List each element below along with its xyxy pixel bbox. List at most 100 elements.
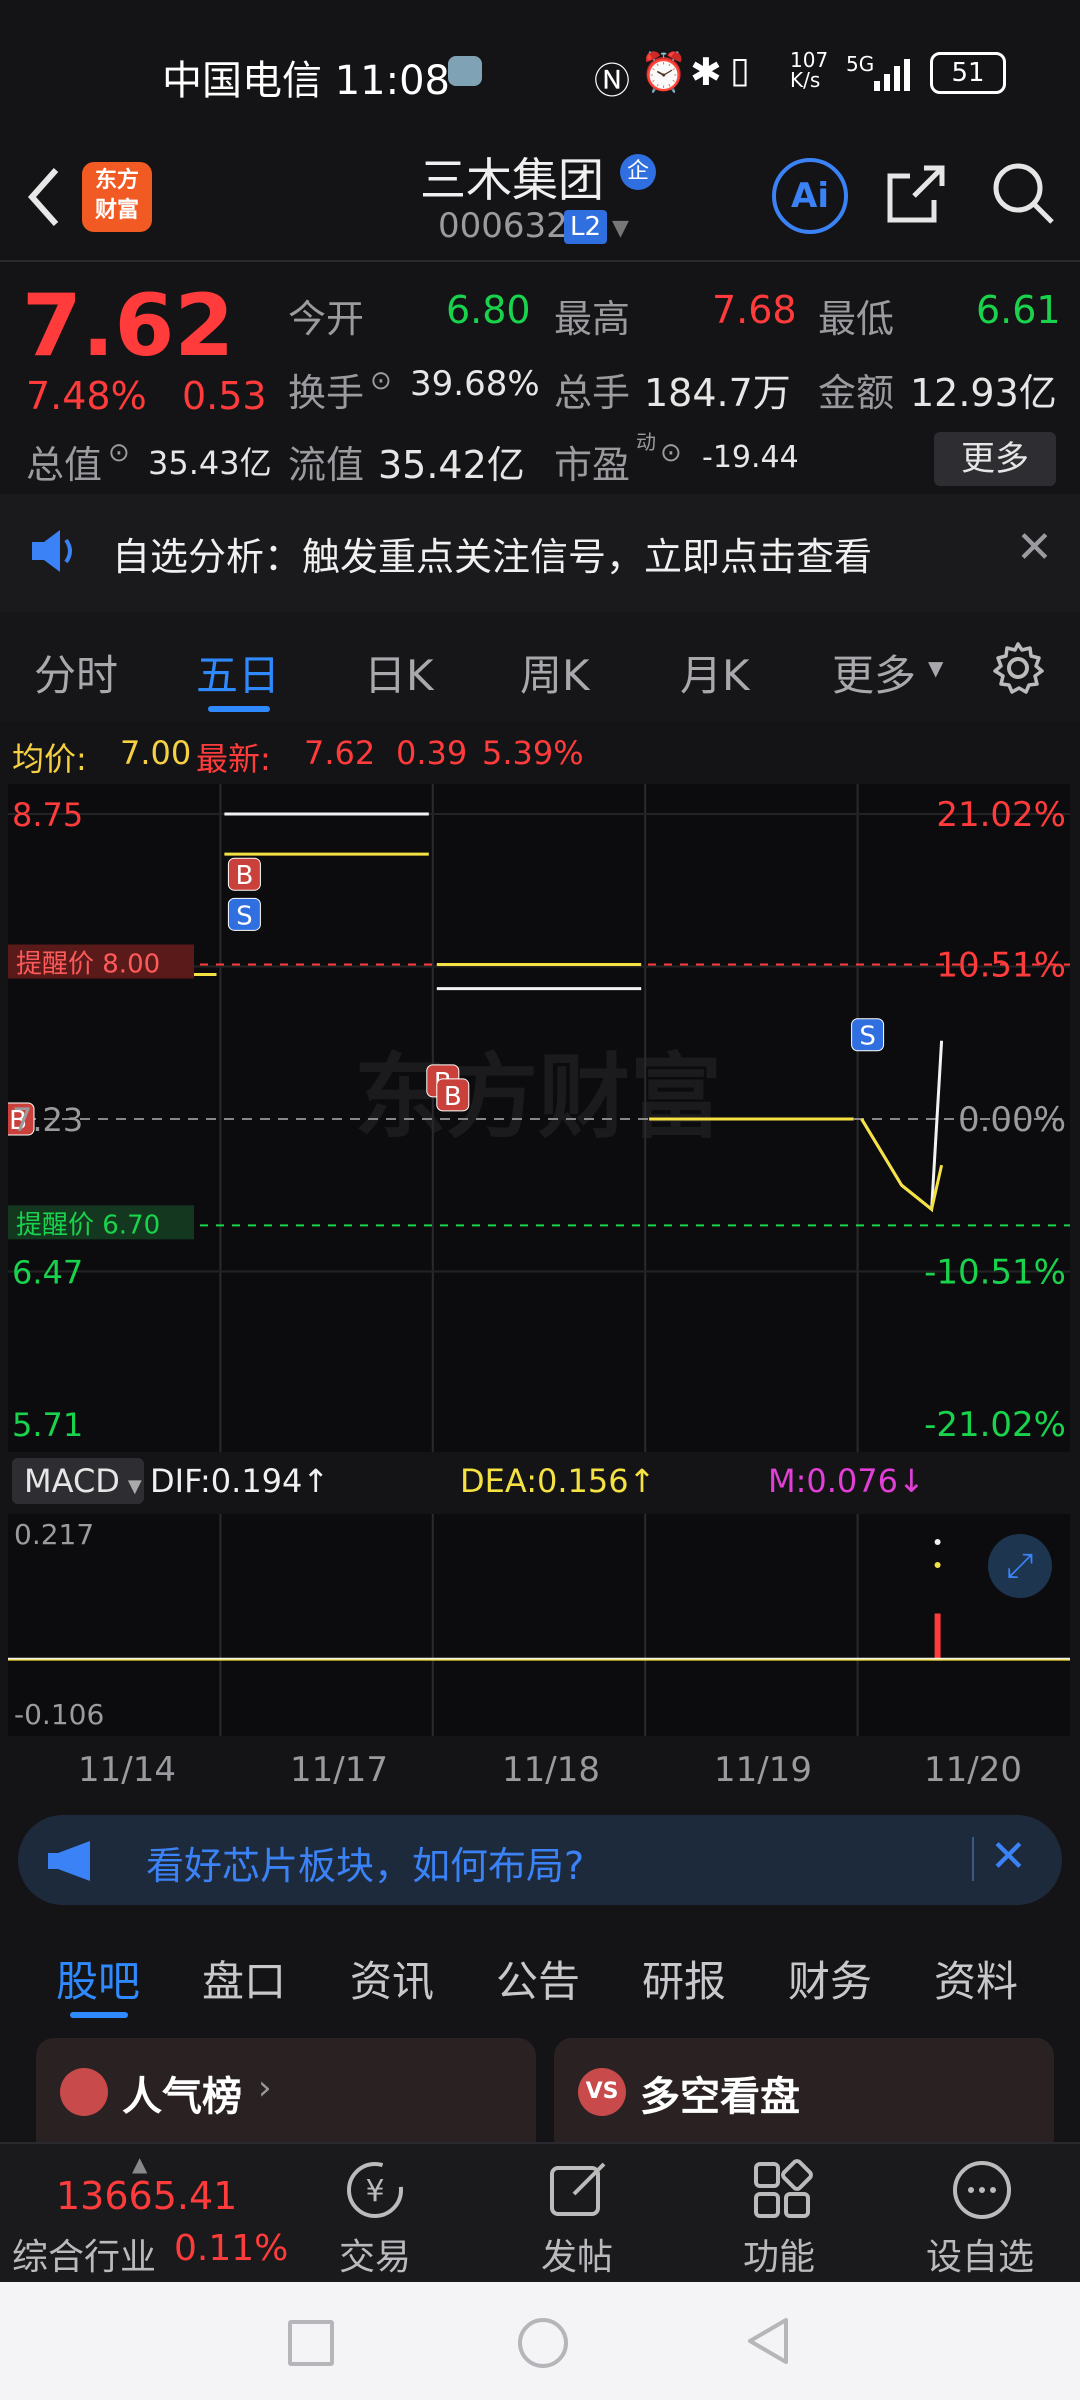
speaker-icon xyxy=(30,528,80,578)
recent-apps-icon[interactable] xyxy=(288,2320,334,2366)
home-icon[interactable] xyxy=(518,2318,568,2368)
tab-more[interactable]: 更多 xyxy=(832,642,916,703)
net-type: 5G xyxy=(846,52,875,76)
tab-pankou[interactable]: 盘口 xyxy=(202,1948,286,2009)
mktcap-value: 35.43亿 xyxy=(148,444,272,482)
vs-icon: VS xyxy=(578,2068,626,2116)
more-button[interactable]: 更多 xyxy=(934,432,1056,486)
five-day-chart[interactable]: 东方财富 BBSBBS 8.757.236.475.7121.02%10.51%… xyxy=(1,784,1070,1452)
avg-value: 7.00 xyxy=(120,734,192,772)
post-label[interactable]: 发帖 xyxy=(507,2228,647,2280)
stock-header: 东方 财富 三木集团 企 000632 L2 ▼ Ai xyxy=(0,140,1080,260)
tab-announcements[interactable]: 公告 xyxy=(496,1948,580,2009)
high-value: 7.68 xyxy=(712,288,797,332)
net-speed: 107 K/s xyxy=(790,48,829,92)
expand-icon[interactable]: ⤢ xyxy=(988,1534,1052,1598)
analysis-notice[interactable]: 自选分析：触发重点关注信号，立即点击查看 ✕ xyxy=(0,494,1080,612)
y-axis-left-label: 6.47 xyxy=(12,1254,83,1292)
close-icon[interactable]: ✕ xyxy=(990,1831,1027,1882)
chevron-down-icon[interactable]: ▼ xyxy=(928,656,943,680)
tab-monthly-k[interactable]: 月K xyxy=(680,642,750,703)
pe-superscript: 动 xyxy=(636,430,656,454)
chevron-down-icon[interactable]: ▼ xyxy=(612,216,629,241)
tab-five-day[interactable]: 五日 xyxy=(196,642,280,703)
change-pct: 7.48% xyxy=(26,374,147,418)
macd-chart-svg: 0.217 -0.106 xyxy=(8,1514,1070,1736)
macd-chart[interactable]: 0.217 -0.106 ⤢ xyxy=(8,1514,1070,1736)
volume-value: 184.7万 xyxy=(644,371,791,415)
trade-label[interactable]: 交易 xyxy=(305,2228,445,2280)
y-axis-left-label: 7.23 xyxy=(12,1101,83,1139)
gear-icon[interactable] xyxy=(990,640,1046,700)
tab-finance[interactable]: 财务 xyxy=(788,1948,872,2009)
info-icon[interactable]: ⊙ xyxy=(108,438,130,468)
y-axis-right-label: 21.02% xyxy=(936,795,1066,835)
share-icon[interactable] xyxy=(884,162,948,230)
post-icon[interactable] xyxy=(546,2158,610,2226)
date-label: 11/17 xyxy=(290,1750,388,1790)
tab-profile[interactable]: 资料 xyxy=(934,1948,1018,2009)
popularity-card[interactable]: 人气榜 › xyxy=(36,2038,536,2142)
content-tabs: 股吧 盘口 资讯 公告 研报 财务 资料 xyxy=(0,1920,1080,2030)
avg-label: 均价: xyxy=(12,740,87,778)
macd-dif-point xyxy=(934,1538,941,1545)
amount-label: 金额 xyxy=(818,371,895,415)
alert-high-label: 提醒价 8.00 xyxy=(16,949,160,979)
add-watchlist-label[interactable]: 设自选 xyxy=(910,2228,1050,2280)
add-watchlist-icon[interactable] xyxy=(950,2158,1014,2226)
info-icon[interactable]: ⊙ xyxy=(370,366,392,396)
tab-guba[interactable]: 股吧 xyxy=(56,1948,140,2009)
turnover-label: 换手 xyxy=(288,371,365,415)
carrier-time: 中国电信 11:08 xyxy=(162,58,450,104)
mktcap-label: 总值 xyxy=(26,443,103,487)
index-value[interactable]: 13665.41 xyxy=(56,2174,237,2218)
tab-fenshi[interactable]: 分时 xyxy=(34,642,118,703)
macd-header: MACD ▼ DIF:0.194↑ DEA:0.156↑ M:0.076↓ xyxy=(0,1452,1080,1512)
index-pct[interactable]: 0.11% xyxy=(174,2228,288,2269)
bull-bear-card[interactable]: VS 多空看盘 xyxy=(554,2038,1054,2142)
app-logo: 东方 财富 xyxy=(82,162,152,232)
chart-watermark: 东方财富 xyxy=(354,1044,722,1151)
back-icon[interactable] xyxy=(24,162,64,236)
macd-dea: DEA:0.156↑ xyxy=(460,1462,656,1500)
function-icon[interactable] xyxy=(750,2158,814,2226)
date-label: 11/20 xyxy=(924,1750,1022,1790)
macd-selector[interactable]: MACD ▼ xyxy=(12,1458,144,1504)
chart-info-bar: 均价: 7.00 最新: 7.62 0.39 5.39% xyxy=(0,722,1080,782)
alert-low-label: 提醒价 6.70 xyxy=(16,1210,160,1240)
date-label: 11/14 xyxy=(78,1750,176,1790)
index-name[interactable]: 综合行业 xyxy=(12,2228,156,2280)
macd-bottom-label: -0.106 xyxy=(14,1698,104,1731)
latest-change: 0.39 xyxy=(396,734,468,772)
close-icon[interactable]: ✕ xyxy=(1016,522,1053,573)
tab-daily-k[interactable]: 日K xyxy=(364,642,434,703)
current-price: 7.62 xyxy=(22,276,235,376)
float-value: 35.42亿 xyxy=(378,443,525,487)
function-label[interactable]: 功能 xyxy=(709,2228,849,2280)
promo-banner[interactable]: 看好芯片板块，如何布局? ✕ xyxy=(18,1815,1062,1905)
latest-pct: 5.39% xyxy=(482,734,584,772)
trade-icon[interactable]: ¥ xyxy=(342,2158,408,2226)
status-bar: 中国电信 11:08 Ⓝ ⏰ ✱ ▯ 107 K/s 5G 51 xyxy=(0,0,1080,140)
macd-dea-point xyxy=(934,1562,941,1569)
search-icon[interactable] xyxy=(990,160,1056,230)
bluetooth-icon: ✱ xyxy=(690,50,722,94)
banner-divider xyxy=(972,1837,974,1881)
ai-assistant-icon[interactable]: Ai xyxy=(772,158,848,234)
y-axis-right-label: -10.51% xyxy=(924,1253,1066,1293)
quote-panel: 7.62 7.48% 0.53 今开 6.80 最高 7.68 最低 6.61 … xyxy=(0,262,1080,492)
info-icon[interactable]: ⊙ xyxy=(660,438,682,468)
open-value: 6.80 xyxy=(446,288,531,332)
trade-marker-label: S xyxy=(859,1022,876,1052)
period-tabs: 分时 五日 日K 周K 月K 更多 ▼ xyxy=(0,612,1080,722)
tab-weekly-k[interactable]: 周K xyxy=(520,642,590,703)
y-axis-left-label: 5.71 xyxy=(12,1406,83,1444)
back-nav-icon[interactable] xyxy=(746,2316,790,2370)
level-badge[interactable]: L2 xyxy=(564,210,608,244)
trade-marker-label: S xyxy=(236,901,253,931)
date-label: 11/19 xyxy=(714,1750,812,1790)
tab-research[interactable]: 研报 xyxy=(642,1948,726,2009)
tab-news[interactable]: 资讯 xyxy=(350,1948,434,2009)
caret-up-icon[interactable]: ▲ xyxy=(132,2152,147,2176)
alarm-icon: ⏰ xyxy=(640,50,688,94)
